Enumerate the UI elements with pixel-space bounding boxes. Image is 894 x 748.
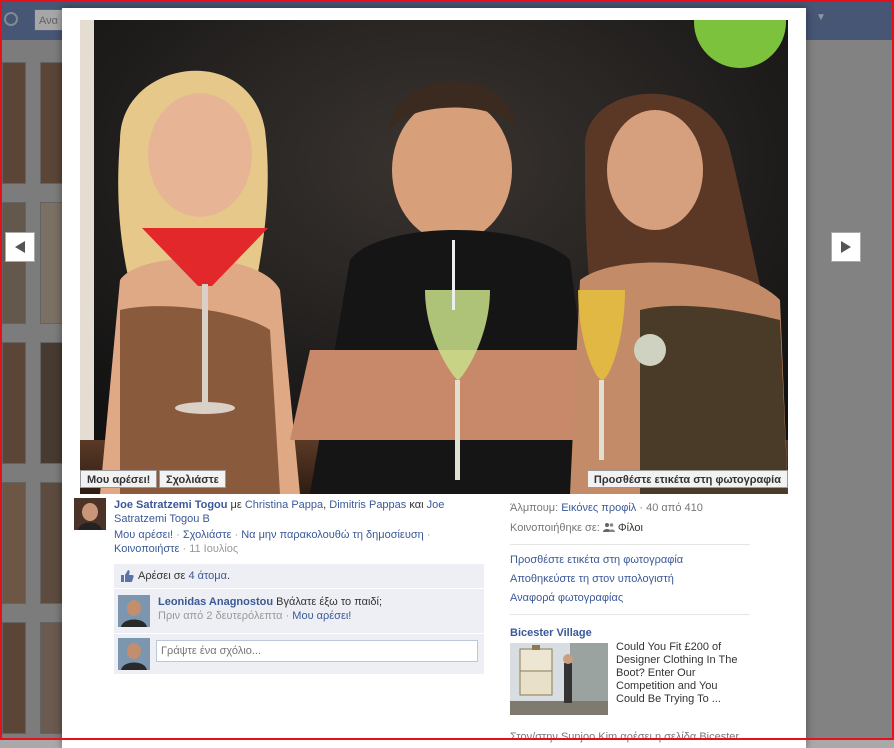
current-user-avatar [118,638,150,670]
photo-lightbox: Μου αρέσει! Σχολιάστε Προσθέστε ετικέτα … [62,8,806,748]
shared-value[interactable]: Φίλοι [618,522,643,534]
divider [510,614,750,615]
author-avatar[interactable] [74,498,106,530]
commenter-avatar[interactable] [118,595,150,627]
comment-time[interactable]: Πριν από 2 δευτερόλεπτα [158,610,283,622]
tag-photo-link[interactable]: Προσθέστε ετικέτα στη φωτογραφία [510,551,750,570]
photo-position: · 40 από 410 [639,502,703,514]
separator: · [426,529,431,541]
comment-link[interactable]: Σχολιάστε [183,529,232,541]
previous-photo-button[interactable] [5,232,35,262]
shared-line: Κοινοποιήθηκε σε: Φίλοι [510,518,750,538]
post-actions: Μου αρέσει! · Σχολιάστε · Να μην παρακολ… [114,528,454,556]
separator: · [285,610,290,622]
tagged-person-link[interactable]: Christina Pappa [245,499,323,511]
friends-icon [602,523,615,532]
thumbs-up-icon [121,570,134,582]
arrow-left-icon [15,241,25,253]
commenter-name-link[interactable]: Leonidas Anagnostou [158,596,273,608]
comment-item: Leonidas Anagnostou Βγάλατε έξω το παιδί… [114,589,484,634]
separator: · [176,529,180,541]
album-label: Άλμπουμ: [510,502,559,514]
comment-text: Βγάλατε έξω το παιδί; [276,596,383,608]
photo[interactable]: Μου αρέσει! Σχολιάστε Προσθέστε ετικέτα … [80,20,788,494]
photo-like-button[interactable]: Μου αρέσει! [80,470,158,488]
like-link[interactable]: Μου αρέσει! [114,529,173,541]
comment-input[interactable] [156,640,478,662]
ad-body: Could You Fit £200 of Designer Clothing … [510,641,750,717]
photo-comment-button[interactable]: Σχολιάστε [159,470,226,488]
ad-social-context: Στον/στην Sunjoo Kim αρέσει η σελίδα Bic… [510,731,740,743]
comma: , [323,499,327,511]
write-comment-row [114,634,484,674]
likes-prefix: Αρέσει σε [138,570,186,582]
unfollow-link[interactable]: Να μην παρακολουθώ τη δημοσίευση [241,529,424,541]
divider [510,544,750,545]
likes-suffix: . [227,570,231,582]
album-link[interactable]: Εικόνες προφίλ [561,502,636,514]
album-line: Άλμπουμ: Εικόνες προφίλ · 40 από 410 [510,498,750,518]
report-photo-link[interactable]: Αναφορά φωτογραφίας [510,589,750,608]
tagged-person-link[interactable]: Dimitris Pappas [329,499,406,511]
likes-summary: Αρέσει σε 4 άτομα. [114,564,484,589]
likes-count-link[interactable]: 4 άτομα [188,570,227,582]
photo-tag-button[interactable]: Προσθέστε ετικέτα στη φωτογραφία [586,470,788,488]
ad-title-link[interactable]: Bicester Village [510,625,750,641]
shared-label: Κοινοποιήθηκε σε: [510,522,600,534]
and-word: και [409,499,424,511]
with-word: με [230,499,242,511]
feedback-box: Αρέσει σε 4 άτομα. Leonidas Anagnostou Β… [114,564,484,674]
comment-like-link[interactable]: Μου αρέσει! [292,610,351,622]
photo-image [80,20,788,494]
download-photo-link[interactable]: Αποθηκεύστε τη στον υπολογιστή [510,570,750,589]
photo-info-column: Άλμπουμ: Εικόνες προφίλ · 40 από 410 Κοι… [510,498,750,744]
arrow-right-icon [841,241,851,253]
post-date[interactable]: 11 Ιουλίος [189,543,238,555]
post-header: Joe Satratzemi Togou με Christina Pappa,… [114,498,464,526]
separator: · [234,529,239,541]
share-link[interactable]: Κοινοποιήστε [114,543,179,555]
separator: · [182,543,187,555]
author-name-link[interactable]: Joe Satratzemi Togou [114,499,227,511]
ad-text[interactable]: Could You Fit £200 of Designer Clothing … [616,641,744,706]
ad-image[interactable] [510,643,608,715]
next-photo-button[interactable] [831,232,861,262]
